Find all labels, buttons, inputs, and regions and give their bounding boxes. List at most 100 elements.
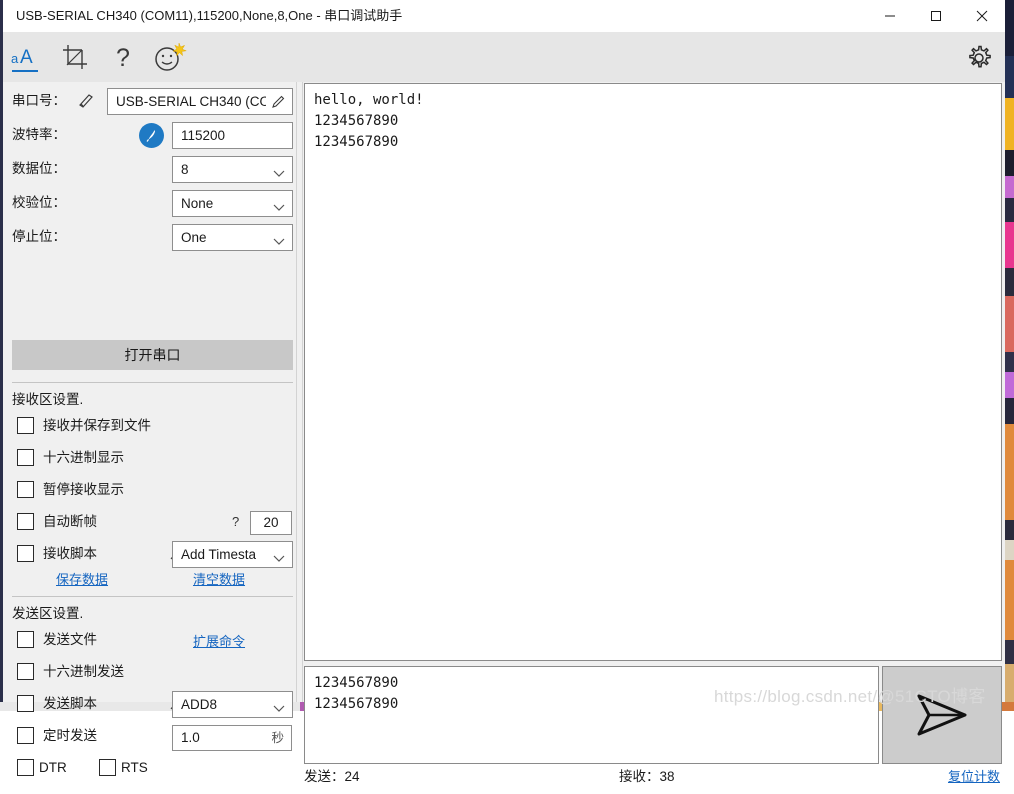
extend-command-link[interactable]: 扩展命令	[193, 631, 245, 650]
svg-text:A: A	[20, 47, 33, 68]
recv-pause-row[interactable]: 暂停接收显示	[3, 476, 296, 504]
send-hex-checkbox[interactable]	[17, 663, 34, 680]
pencil-icon[interactable]	[271, 94, 286, 114]
receive-section-title: 接收区设置.	[12, 392, 84, 407]
receive-content: hello, world! 1234567890 1234567890	[314, 92, 424, 150]
parity-value: None	[181, 196, 214, 211]
svg-text:a: a	[11, 51, 19, 66]
timed-send-row[interactable]: 定时发送 1.0 秒	[3, 722, 296, 751]
send-script-label: 发送脚本	[43, 696, 97, 711]
rts-checkbox[interactable]	[99, 759, 116, 776]
settings-panel: 串口号： USB-SERIAL CH340 (COM 波特率： 115200 数…	[3, 82, 296, 776]
stopbits-row: 停止位： One	[3, 220, 296, 254]
close-button[interactable]	[959, 0, 1005, 32]
title-accent-stripe	[0, 0, 3, 32]
app-root: USB-SERIAL CH340 (COM11),115200,None,8,O…	[0, 0, 1014, 784]
send-section-title: 发送区设置.	[12, 606, 84, 621]
auto-frame-help-icon[interactable]: ?	[232, 508, 239, 536]
dtr-checkbox[interactable]	[17, 759, 34, 776]
chevron-down-icon	[273, 700, 285, 718]
recv-pause-label: 暂停接收显示	[43, 482, 124, 497]
port-value: USB-SERIAL CH340 (COM	[116, 94, 266, 109]
timed-send-label: 定时发送	[43, 728, 97, 743]
toolbar: a A ?	[0, 32, 1005, 82]
databits-value: 8	[181, 162, 189, 177]
timed-send-input[interactable]: 1.0 秒	[172, 725, 292, 751]
font-size-active-underline	[12, 70, 38, 72]
help-icon[interactable]: ?	[101, 36, 145, 78]
send-hex-label: 十六进制发送	[43, 664, 124, 679]
send-arrow-icon	[917, 694, 967, 736]
databits-label: 数据位：	[12, 161, 66, 176]
svg-text:?: ?	[116, 44, 130, 71]
recv-save-file-label: 接收并保存到文件	[43, 418, 151, 433]
recv-script-checkbox[interactable]	[17, 545, 34, 562]
port-row: 串口号： USB-SERIAL CH340 (COM	[3, 84, 296, 118]
recv-script-row[interactable]: 接收脚本 Add Timesta	[3, 540, 296, 568]
send-script-value: ADD8	[181, 697, 218, 712]
maximize-button[interactable]	[913, 0, 959, 32]
chevron-down-icon	[273, 165, 285, 183]
gear-icon[interactable]	[961, 40, 997, 76]
baud-script-icon[interactable]	[139, 123, 164, 148]
databits-select[interactable]: 8	[172, 156, 293, 183]
port-refresh-icon[interactable]	[77, 91, 95, 114]
send-hex-row[interactable]: 十六进制发送	[3, 658, 296, 686]
port-select[interactable]: USB-SERIAL CH340 (COM	[107, 88, 293, 115]
timed-send-checkbox[interactable]	[17, 727, 34, 744]
send-button[interactable]	[882, 666, 1002, 764]
auto-frame-row[interactable]: 自动断帧 ? 20	[3, 508, 296, 536]
send-textarea[interactable]: 1234567890 1234567890	[304, 666, 879, 764]
send-file-label: 发送文件	[43, 632, 97, 647]
send-file-row[interactable]: 发送文件 扩展命令	[3, 626, 296, 654]
auto-frame-checkbox[interactable]	[17, 513, 34, 530]
open-port-button[interactable]: 打开串口	[12, 340, 293, 370]
recv-hex-label: 十六进制显示	[43, 450, 124, 465]
stopbits-label: 停止位：	[12, 229, 66, 244]
send-script-select[interactable]: ADD8	[172, 691, 293, 718]
chevron-down-icon	[273, 233, 285, 251]
title-bar[interactable]: USB-SERIAL CH340 (COM11),115200,None,8,O…	[0, 0, 1005, 33]
status-bar: 发送：24 接收：38 复位计数	[304, 766, 1002, 794]
crop-icon[interactable]	[53, 36, 97, 78]
stopbits-value: One	[181, 230, 207, 245]
divider	[12, 382, 293, 383]
recv-hex-row[interactable]: 十六进制显示	[3, 444, 296, 472]
sent-count: 发送：24	[304, 769, 360, 784]
parity-select[interactable]: None	[172, 190, 293, 217]
parity-row: 校验位： None	[3, 186, 296, 220]
recv-script-select[interactable]: Add Timesta	[172, 541, 293, 568]
send-script-row[interactable]: 发送脚本 ADD8	[3, 690, 296, 718]
baud-input[interactable]: 115200	[172, 122, 293, 149]
baud-row: 波特率： 115200	[3, 118, 296, 152]
send-file-checkbox[interactable]	[17, 631, 34, 648]
clear-data-link[interactable]: 清空数据	[193, 569, 245, 588]
chevron-down-icon	[273, 199, 285, 217]
parity-label: 校验位：	[12, 195, 66, 210]
minimize-button[interactable]	[867, 0, 913, 32]
recv-save-file-row[interactable]: 接收并保存到文件	[3, 412, 296, 440]
panel-splitter[interactable]	[296, 82, 303, 702]
recv-hex-checkbox[interactable]	[17, 449, 34, 466]
recv-save-file-checkbox[interactable]	[17, 417, 34, 434]
auto-frame-input[interactable]: 20	[250, 511, 292, 535]
toolbar-accent-stripe	[0, 32, 3, 82]
reset-count-link[interactable]: 复位计数	[948, 766, 1000, 788]
stopbits-select[interactable]: One	[172, 224, 293, 251]
send-script-checkbox[interactable]	[17, 695, 34, 712]
smiley-icon[interactable]	[148, 36, 192, 78]
baud-value: 115200	[181, 128, 226, 143]
send-content: 1234567890 1234567890	[314, 675, 399, 712]
recv-pause-checkbox[interactable]	[17, 481, 34, 498]
recv-script-label: 接收脚本	[43, 546, 97, 561]
recv-script-value: Add Timesta	[181, 547, 257, 562]
dtr-rts-row[interactable]: DTR RTS	[3, 754, 296, 782]
divider	[12, 596, 293, 597]
timed-send-unit: 秒	[271, 731, 284, 745]
receive-textarea[interactable]: hello, world! 1234567890 1234567890	[304, 83, 1002, 661]
desktop-background-right	[1004, 0, 1014, 711]
save-data-link[interactable]: 保存数据	[56, 569, 108, 588]
dtr-label: DTR	[39, 760, 67, 775]
main-content: 串口号： USB-SERIAL CH340 (COM 波特率： 115200 数…	[0, 82, 1005, 784]
baud-label: 波特率：	[12, 127, 66, 142]
